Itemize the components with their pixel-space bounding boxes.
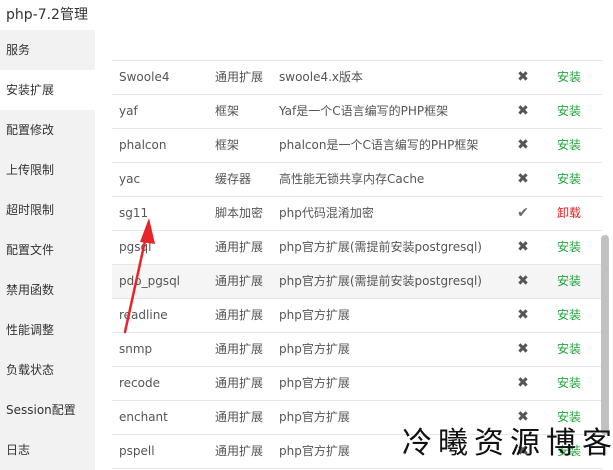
extension-type: 通用扩展: [215, 342, 264, 356]
watermark-text: 冷曦资源博客: [402, 426, 613, 461]
extension-description: php官方扩展: [279, 410, 350, 424]
extension-description: php官方扩展: [279, 342, 350, 356]
extension-type: 通用扩展: [215, 444, 264, 458]
extension-type: 通用扩展: [215, 308, 264, 322]
extension-description: php官方扩展(需提前安装postgresql): [279, 240, 482, 254]
cross-icon: ✖: [517, 375, 529, 391]
table-row: yaf 框架 Yaf是一个C语言编写的PHP框架 ✖ 安装: [112, 95, 602, 129]
install-button[interactable]: 安装: [557, 129, 581, 162]
table-row: snmp 通用扩展 php官方扩展 ✖ 安装: [112, 333, 602, 367]
sidebar: 服务 安装扩展 配置修改 上传限制 超时限制 配置文件 禁用函数 性能调整 负载…: [0, 30, 95, 470]
extension-name: pgsql: [119, 240, 152, 254]
install-button[interactable]: 安装: [557, 61, 581, 94]
sidebar-item-label: 上传限制: [6, 163, 55, 177]
extension-name: pdo_pgsql: [119, 274, 181, 288]
install-button[interactable]: 安装: [557, 163, 581, 196]
extension-type: 通用扩展: [215, 376, 264, 390]
sidebar-item-label: Session配置: [6, 403, 76, 417]
extension-name: yaf: [119, 104, 138, 118]
sidebar-item-label: 日志: [6, 443, 31, 457]
install-button[interactable]: 安装: [557, 333, 581, 366]
extension-name: snmp: [119, 342, 153, 356]
sidebar-item-label: 超时限制: [6, 203, 55, 217]
table-row: sg11 脚本加密 php代码混淆加密 ✔ 卸载: [112, 197, 602, 231]
cross-icon: ✖: [517, 137, 529, 153]
extension-description: Yaf是一个C语言编写的PHP框架: [279, 104, 449, 118]
cross-icon: ✖: [517, 69, 529, 85]
extension-type: 框架: [215, 104, 240, 118]
extensions-table: Swoole4 通用扩展 swoole4.x版本 ✖ 安装 yaf 框架 Yaf…: [112, 60, 602, 469]
extension-description: php代码混淆加密: [279, 206, 374, 220]
sidebar-item-label: 安装扩展: [6, 83, 55, 97]
install-button[interactable]: 安装: [557, 231, 581, 264]
install-button[interactable]: 安装: [557, 299, 581, 332]
extension-name: readline: [119, 308, 168, 322]
extension-description: swoole4.x版本: [279, 70, 364, 84]
table-row: phalcon 框架 phalcon是一个C语言编写的PHP框架 ✖ 安装: [112, 129, 602, 163]
extension-name: Swoole4: [119, 70, 170, 84]
sidebar-item-label: 负载状态: [6, 363, 55, 377]
extension-type: 缓存器: [215, 172, 252, 186]
install-button[interactable]: 安装: [557, 95, 581, 128]
window-titlebar: php-7.2管理: [0, 0, 613, 30]
sidebar-item-config-edit[interactable]: 配置修改: [0, 110, 95, 150]
cross-icon: ✖: [517, 307, 529, 323]
extension-description: 高性能无锁共享内存Cache: [279, 172, 425, 186]
cross-icon: ✖: [517, 171, 529, 187]
table-row: pdo_pgsql 通用扩展 php官方扩展(需提前安装postgresql) …: [112, 265, 602, 299]
install-button[interactable]: 安装: [557, 367, 581, 400]
sidebar-item-config-file[interactable]: 配置文件: [0, 230, 95, 270]
sidebar-item-upload-limit[interactable]: 上传限制: [0, 150, 95, 190]
extension-type: 框架: [215, 138, 240, 152]
window-title: php-7.2管理: [6, 7, 88, 23]
extension-type: 通用扩展: [215, 410, 264, 424]
sidebar-item-label: 禁用函数: [6, 283, 55, 297]
extension-type: 通用扩展: [215, 240, 264, 254]
cross-icon: ✖: [517, 103, 529, 119]
sidebar-item-performance-tuning[interactable]: 性能调整: [0, 310, 95, 350]
extension-description: php官方扩展: [279, 444, 350, 458]
check-icon: ✔: [517, 205, 529, 221]
extension-description: php官方扩展: [279, 376, 350, 390]
table-row: readline 通用扩展 php官方扩展 ✖ 安装: [112, 299, 602, 333]
extension-name: yac: [119, 172, 141, 186]
extension-name: pspell: [119, 444, 155, 458]
table-scrollbar[interactable]: [597, 35, 609, 470]
sidebar-item-logs[interactable]: 日志: [0, 430, 95, 470]
table-row: pgsql 通用扩展 php官方扩展(需提前安装postgresql) ✖ 安装: [112, 231, 602, 265]
extension-type: 通用扩展: [215, 70, 264, 84]
extension-type: 通用扩展: [215, 274, 264, 288]
sidebar-item-label: 配置文件: [6, 243, 55, 257]
extension-name: enchant: [119, 410, 168, 424]
table-row: yac 缓存器 高性能无锁共享内存Cache ✖ 安装: [112, 163, 602, 197]
sidebar-item-timeout-limit[interactable]: 超时限制: [0, 190, 95, 230]
sidebar-item-label: 性能调整: [6, 323, 55, 337]
uninstall-button[interactable]: 卸载: [557, 197, 581, 230]
table-row: recode 通用扩展 php官方扩展 ✖ 安装: [112, 367, 602, 401]
scrollbar-thumb[interactable]: [601, 235, 609, 435]
extension-name: recode: [119, 376, 160, 390]
cross-icon: ✖: [517, 273, 529, 289]
sidebar-item-label: 配置修改: [6, 123, 55, 137]
extension-type: 脚本加密: [215, 206, 264, 220]
sidebar-item-disabled-functions[interactable]: 禁用函数: [0, 270, 95, 310]
cross-icon: ✖: [517, 341, 529, 357]
sidebar-item-session-config[interactable]: Session配置: [0, 390, 95, 430]
sidebar-item-service[interactable]: 服务: [0, 30, 95, 70]
table-row: Swoole4 通用扩展 swoole4.x版本 ✖ 安装: [112, 61, 602, 95]
install-button[interactable]: 安装: [557, 265, 581, 298]
cross-icon: ✖: [517, 239, 529, 255]
extension-name: phalcon: [119, 138, 167, 152]
sidebar-item-install-extensions[interactable]: 安装扩展: [0, 70, 95, 110]
extension-description: phalcon是一个C语言编写的PHP框架: [279, 138, 479, 152]
extension-description: php官方扩展(需提前安装postgresql): [279, 274, 482, 288]
extension-name: sg11: [119, 206, 149, 220]
sidebar-item-load-status[interactable]: 负载状态: [0, 350, 95, 390]
main-panel: Swoole4 通用扩展 swoole4.x版本 ✖ 安装 yaf 框架 Yaf…: [95, 30, 613, 470]
sidebar-item-label: 服务: [6, 43, 31, 57]
extension-description: php官方扩展: [279, 308, 350, 322]
